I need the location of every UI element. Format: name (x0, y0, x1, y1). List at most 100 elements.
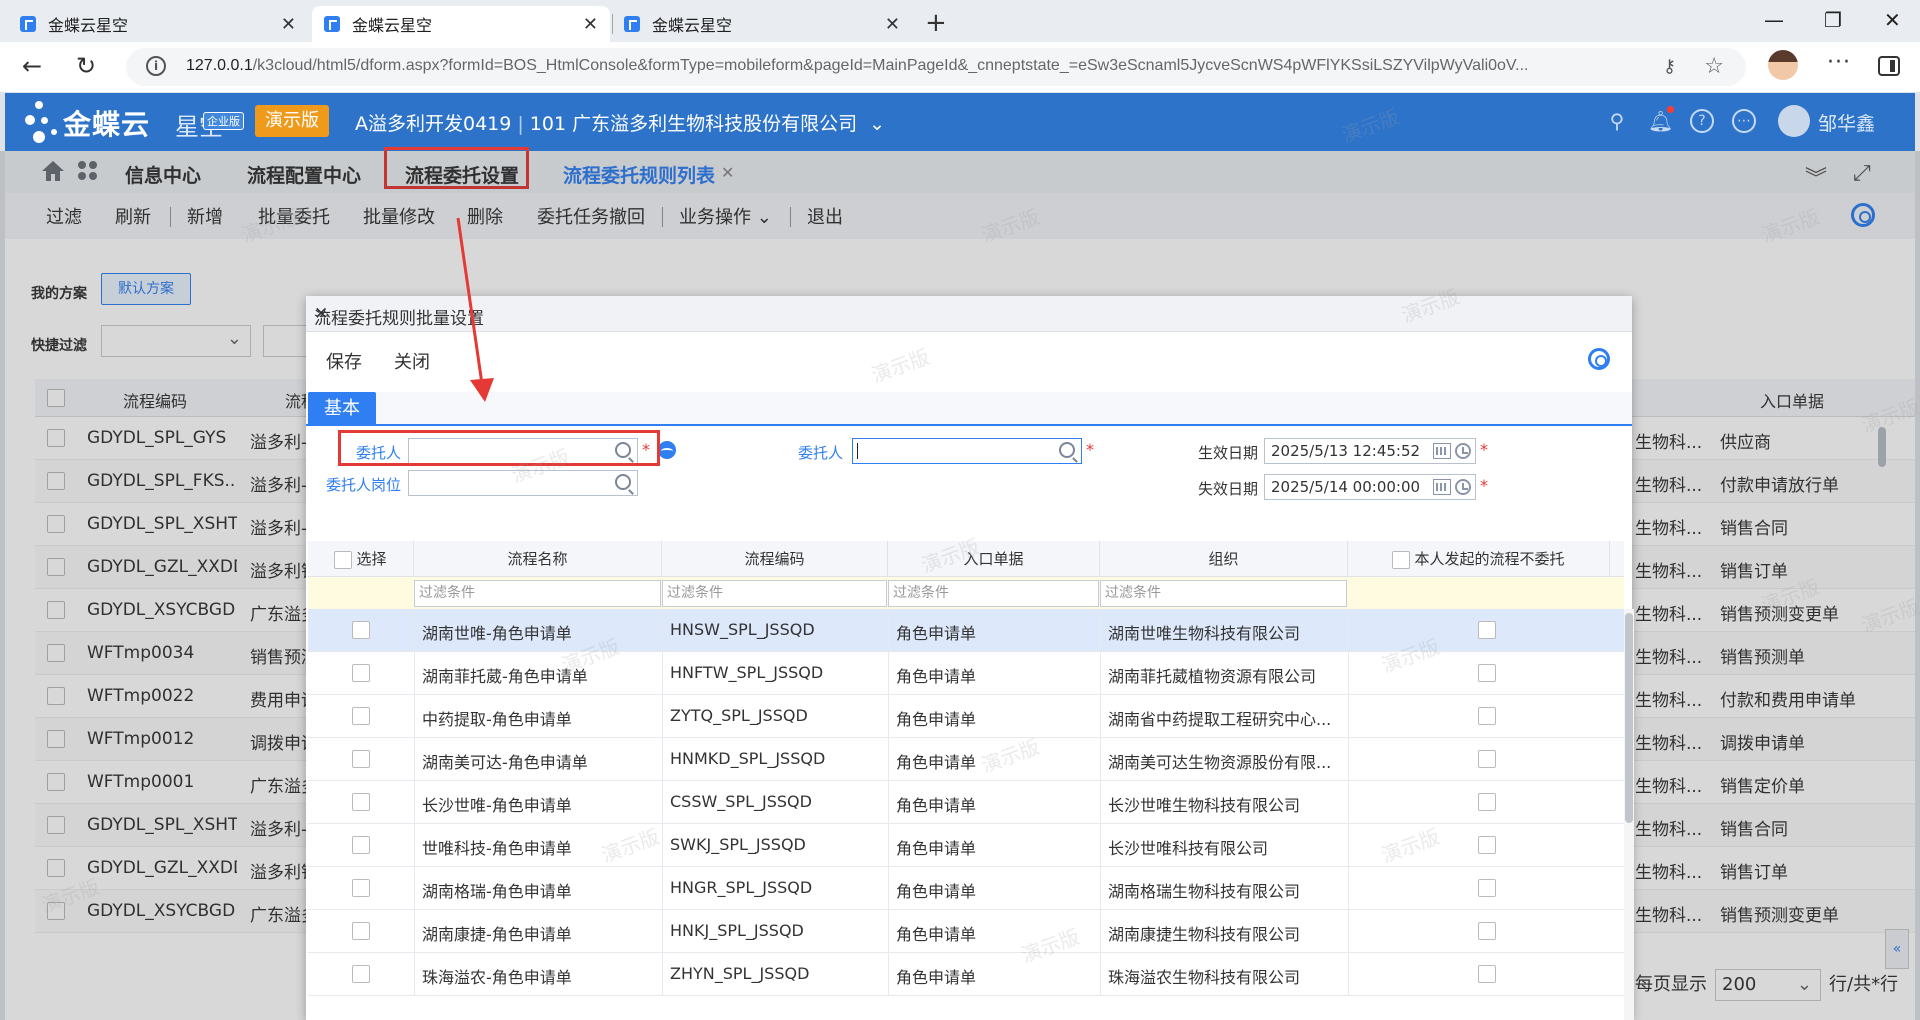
row-select-checkbox[interactable] (352, 879, 370, 897)
filter-input-code[interactable]: 过滤条件 (662, 580, 887, 607)
kingdee-logo-icon (23, 99, 63, 145)
start-date-input[interactable]: 2025/5/13 12:45:52 (1264, 438, 1476, 464)
close-window-icon[interactable]: ✕ (1884, 8, 1901, 32)
cloud-sync-icon[interactable]: ⋯ (1732, 109, 1756, 133)
user-name[interactable]: 邹华鑫 (1818, 109, 1875, 136)
cell-process-name: 湖南格瑞-角色申请单 (422, 882, 572, 901)
help-icon[interactable]: ? (1690, 109, 1714, 133)
kingdee-favicon-icon (324, 16, 340, 32)
url-text: 127.0.0.1/k3cloud/html5/dform.aspx?formI… (186, 57, 1529, 74)
start-date-value: 2025/5/13 12:45:52 (1271, 442, 1421, 460)
row-select-checkbox[interactable] (352, 664, 370, 682)
browser-tab-1[interactable]: 金蝶云星空 ✕ (8, 6, 308, 42)
no-delegate-own-checkbox[interactable] (1478, 793, 1496, 811)
end-date-label: 失效日期 (1198, 480, 1259, 498)
avatar[interactable] (1778, 105, 1810, 137)
no-delegate-own-checkbox[interactable] (1478, 664, 1496, 682)
no-delegate-own-checkbox[interactable] (1478, 879, 1496, 897)
no-delegate-own-checkbox[interactable] (1478, 965, 1496, 983)
grid-row[interactable]: 湖南格瑞-角色申请单 HNGR_SPL_JSSQD 角色申请单 湖南格瑞生物科技有限公… (308, 867, 1624, 910)
no-delegate-own-all-checkbox[interactable] (1392, 550, 1411, 569)
key-icon[interactable]: ⚷ (1663, 56, 1676, 77)
column-header: 流程名称 (414, 541, 662, 577)
no-delegate-own-checkbox[interactable] (1478, 750, 1496, 768)
grid-filter-row: 过滤条件 过滤条件 过滤条件 过滤条件 (308, 577, 1624, 609)
start-date-label: 生效日期 (1198, 444, 1259, 462)
row-select-checkbox[interactable] (352, 621, 370, 639)
no-delegate-own-checkbox[interactable] (1478, 922, 1496, 940)
grid-scrollbar[interactable] (1624, 609, 1634, 1020)
account-name: A溢多利开发0419 (355, 113, 512, 135)
no-delegate-own-column-header: 本人发起的流程不委托 (1348, 541, 1610, 577)
row-select-checkbox[interactable] (352, 707, 370, 725)
calendar-icon[interactable] (1433, 443, 1451, 459)
cell-process-name: 湖南康捷-角色申请单 (422, 925, 572, 944)
close-button[interactable]: 关闭 (394, 348, 430, 374)
site-info-icon[interactable]: i (146, 56, 166, 76)
row-select-checkbox[interactable] (352, 836, 370, 854)
search-icon[interactable]: ⚲ (1605, 109, 1629, 133)
reload-icon[interactable]: ↻ (76, 52, 96, 80)
browser-tab-3[interactable]: 金蝶云星空 ✕ (612, 6, 912, 42)
dialog-settings-gear-icon[interactable] (1588, 348, 1610, 370)
close-tab-icon[interactable]: ✕ (281, 14, 296, 35)
no-delegate-own-checkbox[interactable] (1478, 836, 1496, 854)
clock-icon[interactable] (1455, 443, 1471, 459)
tab-basic[interactable]: 基本 (308, 392, 376, 426)
more-menu-icon[interactable]: ··· (1827, 50, 1851, 75)
row-select-checkbox[interactable] (352, 750, 370, 768)
column-header: 组织 (1100, 541, 1348, 577)
save-button[interactable]: 保存 (326, 348, 362, 374)
select-all-checkbox[interactable] (334, 550, 353, 569)
cell-process-code: HNGR_SPL_JSSQD (670, 878, 813, 897)
favorite-star-icon[interactable]: ☆ (1704, 54, 1724, 79)
edition-badge: 企业版 (203, 112, 244, 130)
url-field[interactable]: i 127.0.0.1/k3cloud/html5/dform.aspx?for… (126, 48, 1746, 86)
grid-row[interactable]: 湖南康捷-角色申请单 HNKJ_SPL_JSSQD 角色申请单 湖南康捷生物科技有限公… (308, 910, 1624, 953)
dialog-tab-strip: 基本 (306, 392, 1632, 426)
close-tab-icon[interactable]: ✕ (885, 14, 900, 35)
close-tab-icon[interactable]: ✕ (583, 14, 598, 35)
cell-process-code: ZHYN_SPL_JSSQD (670, 964, 810, 983)
cell-process-code: HNKJ_SPL_JSSQD (670, 921, 804, 940)
browser-tab-title: 金蝶云星空 (352, 16, 433, 35)
no-delegate-own-checkbox[interactable] (1478, 621, 1496, 639)
browser-tab-2[interactable]: 金蝶云星空 ✕ (312, 6, 610, 42)
minimize-icon[interactable]: — (1764, 8, 1784, 32)
no-delegate-own-checkbox[interactable] (1478, 707, 1496, 725)
lookup-search-icon[interactable] (615, 474, 631, 490)
process-grid: 选择 流程名称 流程编码 入口单据 组织 本人发起的流程不委托 过滤条件 过滤条… (308, 541, 1634, 1020)
row-select-checkbox[interactable] (352, 922, 370, 940)
restore-window-icon[interactable]: ❐ (1824, 8, 1842, 32)
back-arrow-icon[interactable]: ← (22, 52, 42, 80)
sidebar-toggle-icon[interactable] (1878, 56, 1900, 76)
end-date-value: 2025/5/14 00:00:00 (1271, 478, 1421, 496)
grid-row[interactable]: 长沙世唯-角色申请单 CSSW_SPL_JSSQD 角色申请单 长沙世唯生物科技有限公… (308, 781, 1624, 824)
row-select-checkbox[interactable] (352, 793, 370, 811)
cell-entry-doc: 角色申请单 (896, 624, 977, 643)
filter-input-name[interactable]: 过滤条件 (414, 580, 661, 607)
lookup-search-icon[interactable] (1059, 442, 1075, 458)
cell-org: 湖南康捷生物科技有限公司 (1108, 925, 1301, 944)
calendar-icon[interactable] (1433, 479, 1451, 495)
grid-row[interactable]: 湖南美可达-角色申请单 HNMKD_SPL_JSSQD 角色申请单 湖南美可达生物资源… (308, 738, 1624, 781)
filter-input-org[interactable]: 过滤条件 (1100, 580, 1347, 607)
cell-process-name: 长沙世唯-角色申请单 (422, 796, 572, 815)
filter-input-entry[interactable]: 过滤条件 (888, 580, 1099, 607)
delegatee-input[interactable] (852, 438, 1082, 464)
org-name: 101 广东溢多利生物科技股份有限公司 (529, 113, 858, 135)
row-select-checkbox[interactable] (352, 965, 370, 983)
account-org-switcher[interactable]: A溢多利开发0419 | 101 广东溢多利生物科技股份有限公司 ⌄ (355, 109, 885, 136)
app-header: 金蝶云 星空 企业版 演示版 A溢多利开发0419 | 101 广东溢多利生物科技股… (5, 93, 1915, 151)
profile-avatar[interactable] (1768, 50, 1798, 80)
cell-entry-doc: 角色申请单 (896, 710, 977, 729)
end-date-input[interactable]: 2025/5/14 00:00:00 (1264, 474, 1476, 500)
column-header: 流程编码 (662, 541, 888, 577)
clock-icon[interactable] (1455, 479, 1471, 495)
cell-org: 湖南格瑞生物科技有限公司 (1108, 882, 1301, 901)
cloud-refresh-icon[interactable] (658, 441, 676, 459)
grid-row[interactable]: 中药提取-角色申请单 ZYTQ_SPL_JSSQD 角色申请单 湖南省中药提取工程研究… (308, 695, 1624, 738)
new-tab-plus-icon[interactable]: + (925, 8, 947, 38)
grid-row[interactable]: 珠海溢农-角色申请单 ZHYN_SPL_JSSQD 角色申请单 珠海溢农生物科技有限公… (308, 953, 1624, 996)
delegatee-label: 委托人 (798, 444, 844, 462)
